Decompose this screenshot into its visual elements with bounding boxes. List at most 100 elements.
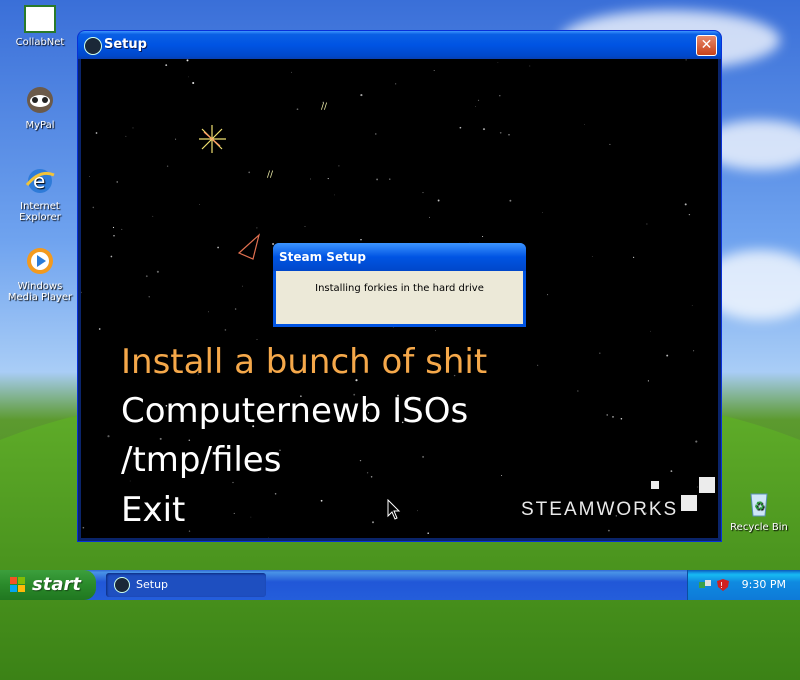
desktop-icon-recycle-bin[interactable]: ♻ Recycle Bin	[723, 486, 795, 533]
star-dot	[371, 521, 375, 524]
star-dot	[666, 354, 669, 357]
star-dot	[482, 128, 486, 131]
dialog-title: Steam Setup	[279, 250, 366, 264]
star-dot	[475, 106, 477, 107]
star-dot	[188, 76, 189, 78]
steam-icon	[84, 37, 102, 55]
star-dot	[145, 275, 148, 278]
security-shield-icon[interactable]: !	[716, 578, 730, 592]
star-dot	[389, 178, 391, 180]
debris-icon: //	[321, 102, 328, 112]
star-dot	[360, 238, 362, 241]
star-dot	[693, 350, 695, 352]
certificate-icon	[24, 5, 56, 33]
star-dot	[232, 481, 234, 484]
star-dot	[435, 330, 436, 332]
star-dot	[217, 246, 219, 249]
star-dot	[310, 178, 311, 180]
star-dot	[166, 165, 169, 167]
desktop-icon-windows-media-player[interactable]: Windows Media Player	[4, 245, 76, 303]
star-dot	[338, 165, 340, 167]
star-dot	[417, 510, 418, 512]
menu-exit[interactable]: Exit	[121, 490, 185, 530]
star-dot	[132, 127, 134, 129]
menu-computernewb-isos[interactable]: Computernewb ISOs	[121, 391, 468, 431]
star-dot	[268, 536, 269, 538]
star-dot	[577, 390, 579, 392]
network-icon[interactable]	[698, 578, 712, 592]
star-dot	[234, 308, 237, 310]
star-dot	[375, 133, 377, 135]
system-tray: ! 9:30 PM	[687, 570, 800, 600]
desktop-icon-collabnet[interactable]: CollabNet	[4, 5, 76, 48]
star-dot	[459, 126, 462, 129]
star-dot	[499, 95, 501, 97]
desktop-icon-label: Windows Media Player	[7, 281, 73, 303]
star-dot	[393, 327, 394, 328]
star-dot	[670, 470, 673, 472]
star-dot	[427, 532, 430, 535]
desktop-icon-label: CollabNet	[15, 37, 65, 48]
star-dot	[156, 270, 159, 273]
star-dot	[422, 192, 424, 194]
star-dot	[334, 194, 335, 196]
star-dot	[188, 530, 191, 532]
dialog-body: Installing forkies in the hard drive	[276, 271, 523, 324]
star-dot	[129, 480, 131, 482]
star-dot	[327, 178, 329, 180]
star-dot	[607, 529, 610, 532]
window-titlebar[interactable]: Setup ✕	[78, 31, 721, 59]
star-dot	[199, 204, 201, 205]
star-dot	[175, 138, 177, 140]
steamworks-logo: STEAMWORKS	[521, 499, 679, 520]
star-dot	[125, 135, 127, 137]
star-dot	[89, 176, 90, 177]
star-dot	[359, 459, 362, 462]
triangle-ship-icon	[237, 233, 261, 260]
menu-install[interactable]: Install a bunch of shit	[121, 342, 487, 382]
star-dot	[609, 143, 611, 145]
star-dot	[599, 352, 601, 354]
star-dot	[650, 330, 651, 332]
star-dot	[121, 228, 123, 230]
star-dot	[320, 499, 323, 502]
star-dot	[110, 255, 113, 258]
star-dot	[547, 294, 549, 296]
clock[interactable]: 9:30 PM	[742, 578, 786, 591]
star-dot	[509, 199, 512, 202]
star-dot	[499, 131, 502, 134]
star-dot	[95, 132, 98, 134]
steam-setup-dialog: Steam Setup Installing forkies in the ha…	[273, 243, 526, 327]
star-dot	[508, 133, 510, 136]
star-dot	[112, 226, 115, 229]
dialog-titlebar[interactable]: Steam Setup	[273, 243, 526, 271]
star-dot	[647, 380, 649, 382]
dialog-message: Installing forkies in the hard drive	[315, 283, 484, 294]
sparkle-star-icon	[199, 125, 226, 153]
star-dot	[92, 206, 95, 209]
star-dot	[477, 99, 480, 102]
window-title: Setup	[104, 37, 147, 52]
star-dot	[395, 83, 397, 85]
star-dot	[497, 62, 499, 64]
star-dot	[684, 203, 687, 206]
star-dot	[606, 414, 608, 416]
start-button[interactable]: start	[0, 570, 96, 600]
menu-tmp-files[interactable]: /tmp/files	[121, 440, 281, 480]
taskbar-item-label: Setup	[136, 578, 169, 591]
star-dot	[376, 178, 379, 181]
taskbar-item-setup[interactable]: Setup	[106, 573, 266, 597]
desktop-icon-mypal[interactable]: MyPal	[4, 84, 76, 131]
star-dot	[192, 81, 195, 85]
star-dot	[591, 256, 593, 257]
desktop-icon-internet-explorer[interactable]: e Internet Explorer	[4, 165, 76, 223]
star-dot	[360, 94, 363, 97]
close-button[interactable]: ✕	[696, 35, 717, 56]
desktop-icon-label: Internet Explorer	[19, 201, 61, 223]
steam-icon	[114, 577, 130, 593]
star-dot	[248, 171, 251, 174]
star-dot	[233, 512, 235, 514]
star-dot	[113, 235, 115, 237]
star-dot	[537, 364, 539, 366]
debris-icon: //	[267, 170, 274, 180]
